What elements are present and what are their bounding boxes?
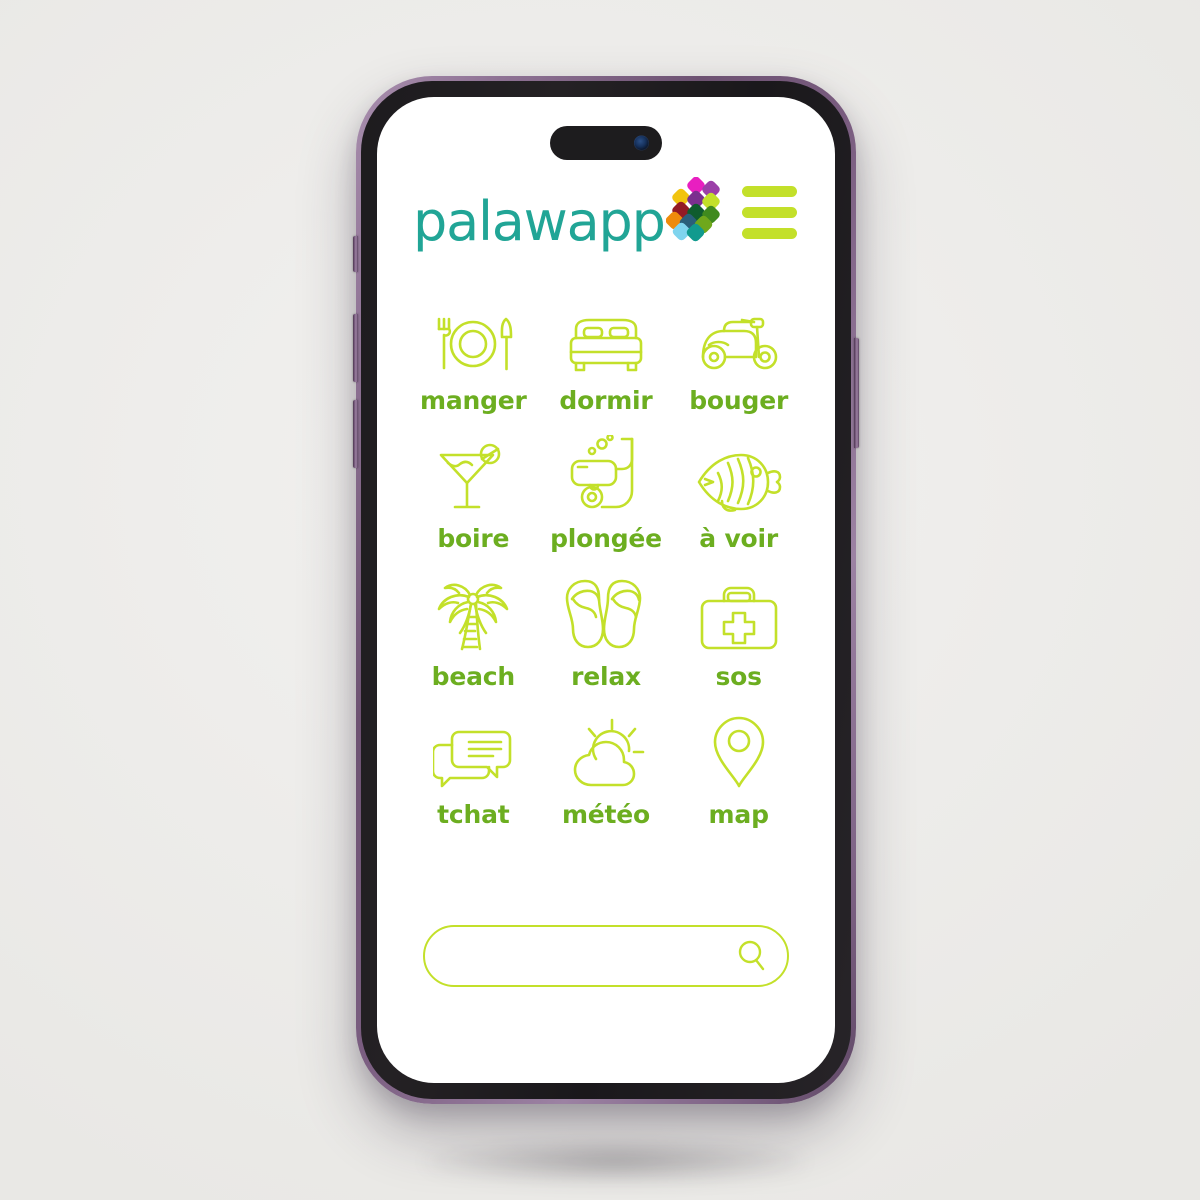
chat-bubbles-icon [433, 713, 513, 789]
front-camera-icon [634, 135, 649, 151]
magnifier-icon[interactable] [737, 940, 767, 972]
phone-bezel: palawapp manger dormir bouger boire plon… [361, 81, 851, 1099]
grid-label: bouger [689, 386, 789, 415]
menu-bar-top [742, 185, 797, 197]
grid-label: manger [419, 386, 527, 415]
tropical-fish-icon [695, 437, 783, 513]
app-home-screen: palawapp manger dormir bouger boire plon… [377, 97, 835, 1083]
scooter-icon [695, 299, 783, 375]
grid-item-boire[interactable]: boire [407, 437, 540, 551]
sun-cloud-icon [565, 713, 647, 789]
location-pin-icon [710, 713, 768, 789]
grid-item-dormir[interactable]: dormir [540, 299, 673, 413]
silence-switch[interactable] [353, 236, 358, 272]
grid-label: beach [431, 662, 516, 691]
menu-bar-bottom [742, 227, 797, 239]
snorkel-mask-icon [566, 435, 646, 513]
grid-label: dormir [559, 386, 653, 415]
grid-item-sos[interactable]: sos [672, 575, 805, 689]
volume-down-button[interactable] [353, 400, 358, 468]
grid-label: map [708, 800, 769, 829]
search-bar [423, 925, 789, 987]
logo-diamond-cluster-icon [665, 176, 728, 248]
grid-label: relax [571, 662, 641, 691]
volume-up-button[interactable] [353, 314, 358, 382]
brand-wordmark: palawapp [413, 190, 666, 253]
grid-item-map[interactable]: map [672, 713, 805, 827]
cocktail-glass-icon [435, 437, 511, 513]
flip-flops-icon [564, 575, 648, 651]
power-button[interactable] [854, 338, 859, 448]
app-header: palawapp [401, 171, 811, 253]
phone-screen: palawapp manger dormir bouger boire plon… [377, 97, 835, 1083]
grid-label: tchat [437, 800, 510, 829]
palm-tree-icon [434, 575, 512, 651]
grid-item-a-voir[interactable]: à voir [672, 437, 805, 551]
phone-mockup: palawapp manger dormir bouger boire plon… [353, 76, 859, 1104]
phone-drop-shadow [425, 1140, 805, 1182]
dynamic-island [550, 126, 662, 160]
bed-icon [563, 299, 649, 375]
search-box[interactable] [423, 925, 789, 987]
hamburger-menu-icon[interactable] [740, 180, 799, 245]
grid-label: sos [715, 662, 762, 691]
grid-item-manger[interactable]: manger [407, 299, 540, 413]
brand-logo[interactable]: palawapp [413, 175, 728, 249]
search-input[interactable] [451, 927, 737, 985]
category-grid: manger dormir bouger boire plongée à voi… [401, 299, 811, 827]
grid-item-plongee[interactable]: plongée [540, 435, 673, 553]
grid-item-relax[interactable]: relax [540, 575, 673, 689]
grid-item-bouger[interactable]: bouger [672, 299, 805, 413]
grid-label: météo [561, 800, 651, 829]
menu-bar-middle [742, 206, 797, 218]
cutlery-plate-icon [430, 299, 516, 375]
grid-label: boire [437, 524, 510, 553]
grid-item-beach[interactable]: beach [407, 575, 540, 689]
first-aid-kit-icon [699, 575, 779, 651]
grid-label: à voir [699, 524, 779, 553]
grid-item-tchat[interactable]: tchat [407, 713, 540, 827]
grid-item-meteo[interactable]: météo [540, 713, 673, 827]
grid-label: plongée [550, 524, 662, 553]
